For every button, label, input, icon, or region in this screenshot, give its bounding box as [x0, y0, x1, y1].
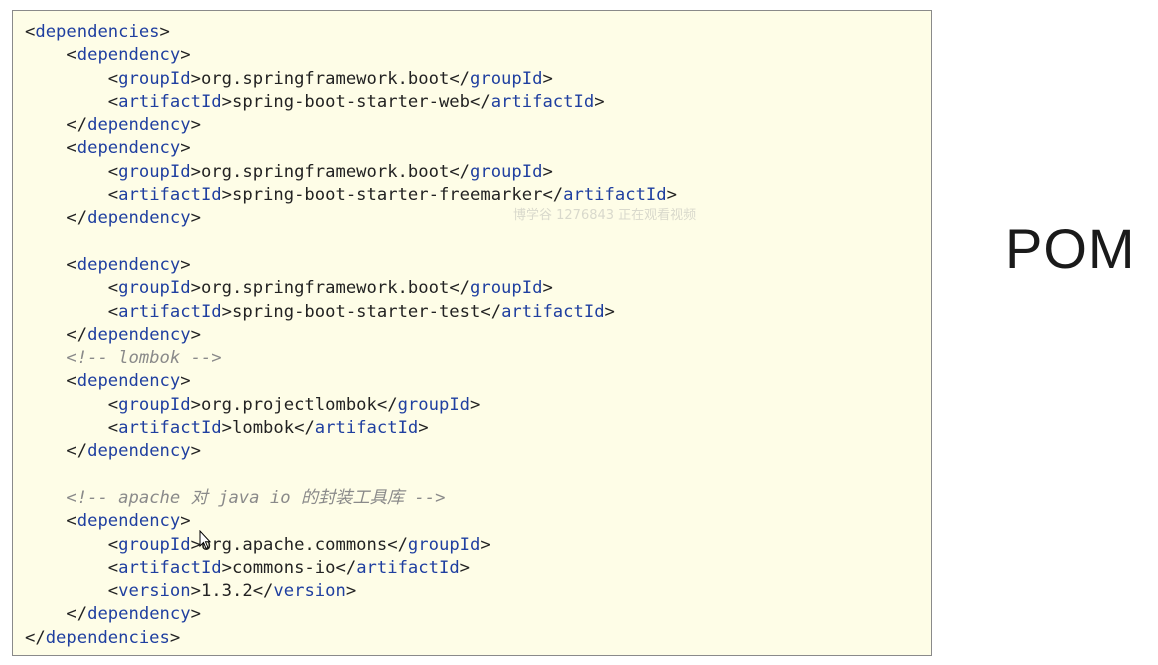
mouse-pointer-icon: [199, 530, 211, 550]
xml-value: org.apache.commons: [200, 534, 388, 555]
xml-tag-name: groupId: [470, 278, 543, 299]
xml-tag-name: dependency: [76, 371, 181, 392]
xml-tag-name: artifactId: [118, 301, 222, 322]
xml-tag-name: version: [118, 581, 191, 602]
code-line: <version>1.3.2</version>: [107, 581, 357, 602]
xml-tag-name: dependency: [76, 254, 181, 275]
xml-tag-name: groupId: [118, 278, 191, 299]
xml-tag-name: dependency: [76, 138, 181, 159]
xml-tag-name: dependency: [87, 208, 191, 229]
code-line: <dependency>: [66, 254, 191, 275]
xml-comment: <!-- apache 对 java io 的封装工具库 -->: [66, 487, 446, 508]
xml-tag-name: groupId: [118, 161, 191, 182]
code-line: <dependency>: [66, 371, 191, 392]
xml-value: spring-boot-starter-freemarker: [232, 185, 543, 206]
code-line: <groupId>org.apache.commons</groupId>: [107, 534, 491, 555]
xml-value: lombok: [232, 418, 295, 439]
xml-tag-name: dependency: [87, 324, 191, 345]
code-line: </dependency>: [66, 324, 201, 345]
code-line: <artifactId>lombok</artifactId>: [107, 418, 429, 439]
code-line: <artifactId>spring-boot-starter-test</ar…: [107, 301, 615, 322]
slide-title: POM: [1005, 217, 1136, 280]
xml-tag-name: dependency: [76, 45, 181, 66]
code-line: </dependencies>: [25, 627, 181, 648]
xml-value: org.projectlombok: [200, 394, 377, 415]
xml-tag-name: dependencies: [45, 627, 170, 648]
xml-tag-name: groupId: [407, 534, 481, 555]
xml-tag-name: dependency: [87, 115, 191, 136]
xml-tag-name: dependency: [87, 441, 191, 462]
slide: <dependencies> <dependency> <groupId>org…: [0, 0, 1158, 665]
code-line: </dependency>: [66, 115, 201, 136]
xml-code: <dependencies> <dependency> <groupId>org…: [25, 21, 677, 650]
code-line: <groupId>org.springframework.boot</group…: [107, 161, 553, 182]
xml-tag-name: groupId: [118, 394, 191, 415]
xml-tag-name: groupId: [118, 534, 191, 555]
xml-comment: <!-- lombok -->: [66, 348, 222, 369]
xml-tag-name: artifactId: [118, 557, 222, 578]
xml-value: org.springframework.boot: [200, 278, 450, 299]
code-line: </dependency>: [66, 604, 201, 625]
code-line: <!-- apache 对 java io 的封装工具库 -->: [25, 487, 677, 510]
code-line: <artifactId>spring-boot-starter-web</art…: [107, 91, 605, 112]
xml-tag-name: artifactId: [118, 185, 222, 206]
xml-tag-name: groupId: [470, 161, 543, 182]
code-line: <dependency>: [66, 45, 191, 66]
xml-tag-name: groupId: [470, 68, 543, 89]
xml-value: 1.3.2: [200, 581, 253, 602]
video-watermark: 博学谷 1276843 正在观看视频: [513, 208, 697, 223]
code-line: <groupId>org.springframework.boot</group…: [107, 278, 553, 299]
xml-tag-name: groupId: [118, 68, 191, 89]
xml-tag-name: dependencies: [35, 22, 160, 42]
xml-tag-name: dependency: [76, 511, 181, 532]
code-line: <dependency>: [66, 138, 191, 159]
xml-tag-name: artifactId: [356, 557, 460, 578]
xml-tag-name: artifactId: [501, 301, 605, 322]
code-line: </dependency>: [66, 441, 201, 462]
xml-tag-name: artifactId: [490, 91, 595, 112]
xml-tag-name: artifactId: [118, 91, 222, 112]
code-block: <dependencies> <dependency> <groupId>org…: [12, 10, 932, 656]
xml-tag-name: groupId: [397, 394, 471, 415]
code-line: <dependencies>: [25, 22, 170, 42]
xml-value: spring-boot-starter-web: [232, 91, 470, 112]
xml-tag-name: artifactId: [563, 185, 667, 206]
code-line: <groupId>org.springframework.boot</group…: [107, 68, 553, 89]
xml-value: commons-io: [232, 557, 336, 578]
xml-value: spring-boot-starter-test: [232, 301, 481, 322]
xml-tag-name: version: [273, 581, 346, 602]
xml-tag-name: dependency: [87, 604, 191, 625]
code-line: <!-- lombok -->: [25, 347, 677, 370]
code-line: <artifactId>commons-io</artifactId>: [107, 557, 471, 578]
xml-tag-name: artifactId: [118, 418, 222, 439]
xml-value: org.springframework.boot: [200, 161, 450, 182]
xml-value: org.springframework.boot: [200, 68, 450, 89]
code-line: <dependency>: [66, 511, 191, 532]
code-line: <groupId>org.projectlombok</groupId>: [107, 394, 481, 415]
xml-tag-name: artifactId: [314, 418, 419, 439]
